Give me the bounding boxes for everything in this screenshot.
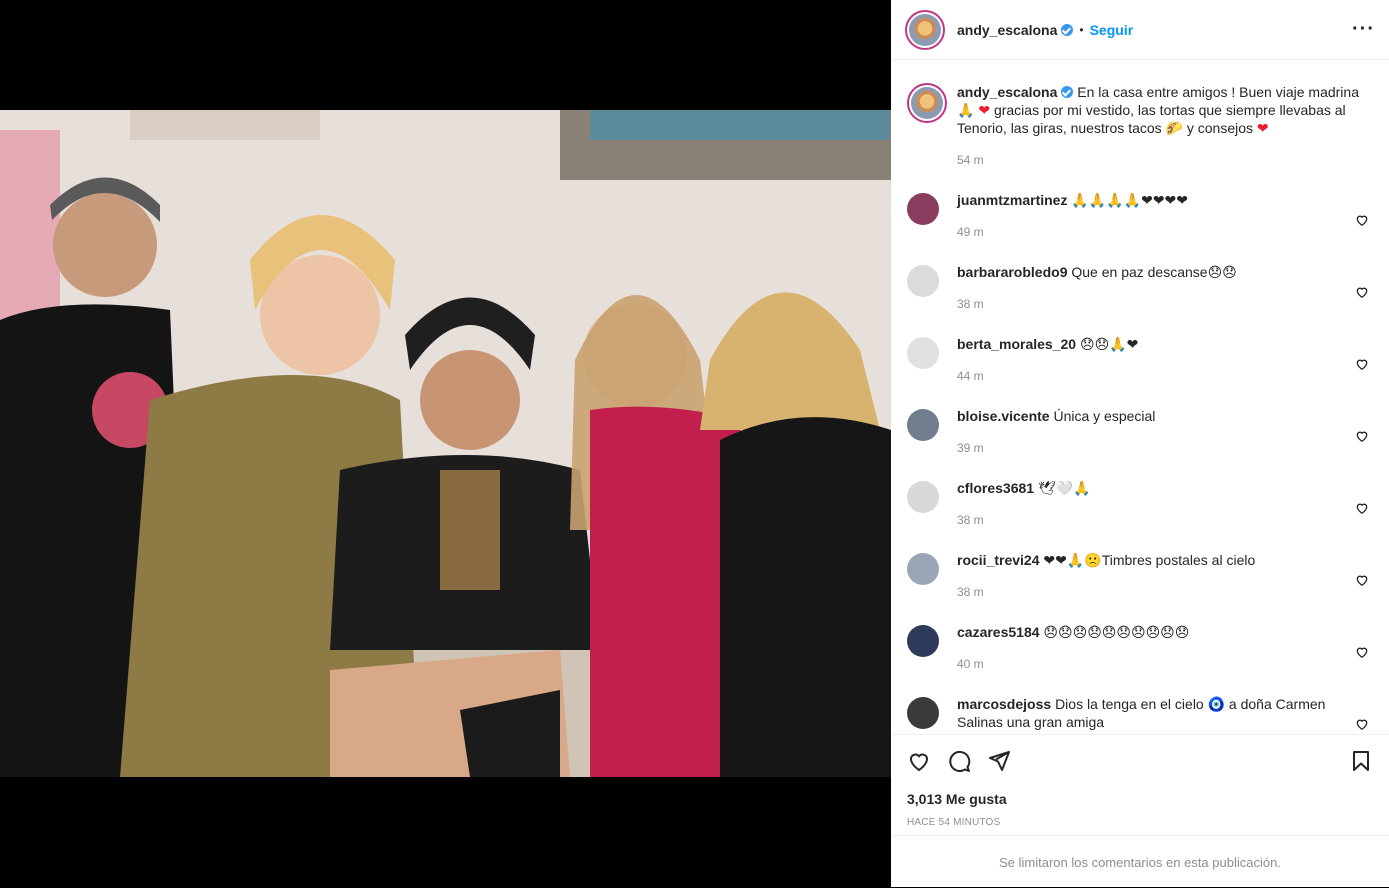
commenter-avatar[interactable] <box>907 409 939 441</box>
heart-emoji-icon: ❤ <box>1256 120 1269 136</box>
follow-button[interactable]: Seguir <box>1090 22 1134 38</box>
bookmark-icon[interactable] <box>1349 749 1373 773</box>
comment-row: barbararobledo9 Que en paz descanse😞😞 38 … <box>907 255 1373 327</box>
comment-text: 🙏🙏🙏🙏❤❤❤❤ <box>1071 192 1189 208</box>
comment-row: cflores3681 🕊🤍🙏 38 m <box>907 471 1373 543</box>
comment-like-heart-icon[interactable] <box>1355 357 1369 371</box>
group-photo <box>0 110 891 777</box>
comment-text: Única y especial <box>1053 408 1156 424</box>
post-actions: 3,013 Me gusta HACE 54 MINUTOS Se limita… <box>891 734 1389 887</box>
comment-like-heart-icon[interactable] <box>1355 717 1369 731</box>
comment-row: rocii_trevi24 ❤❤🙏🙁Timbres postales al ci… <box>907 543 1373 615</box>
verified-badge-icon <box>1061 86 1074 98</box>
likes-count[interactable]: 3,013 Me gusta <box>891 791 1389 807</box>
comments-limited-notice: Se limitaron los comentarios en esta pub… <box>891 835 1389 888</box>
commenter-avatar[interactable] <box>907 193 939 225</box>
commenter-username[interactable]: bloise.vicente <box>957 408 1050 424</box>
heart-emoji-icon: ❤ <box>978 102 991 118</box>
post-caption: andy_escalona En la casa entre amigos ! … <box>907 61 1373 169</box>
commenter-avatar[interactable] <box>907 337 939 369</box>
caption-text-1: En la casa entre amigos ! Buen viaje mad… <box>1077 84 1359 100</box>
comment-like-heart-icon[interactable] <box>1355 645 1369 659</box>
share-icon[interactable] <box>987 749 1011 773</box>
commenter-avatar[interactable] <box>907 481 939 513</box>
post-photo[interactable] <box>0 110 891 777</box>
commenter-avatar[interactable] <box>907 697 939 729</box>
comment-row: juanmtzmartinez 🙏🙏🙏🙏❤❤❤❤ 49 m <box>907 183 1373 255</box>
commenter-username[interactable]: cflores3681 <box>957 480 1034 496</box>
commenter-username[interactable]: berta_morales_20 <box>957 336 1076 352</box>
author-username[interactable]: andy_escalona <box>957 22 1057 38</box>
header-separator: • <box>1079 22 1084 37</box>
post-header: andy_escalona • Seguir ··· <box>891 0 1389 60</box>
comment-time[interactable]: 39 m <box>957 439 1337 457</box>
commenter-avatar[interactable] <box>907 625 939 657</box>
caption-username[interactable]: andy_escalona <box>957 84 1057 100</box>
commenter-username[interactable]: marcosdejoss <box>957 696 1051 712</box>
commenter-username[interactable]: rocii_trevi24 <box>957 552 1040 568</box>
comment-time[interactable]: 49 m <box>957 223 1337 241</box>
comment-rows: juanmtzmartinez 🙏🙏🙏🙏❤❤❤❤ 49 m barbararoble… <box>907 183 1373 734</box>
comment-time[interactable]: 38 m <box>957 511 1337 529</box>
commenter-username[interactable]: barbararobledo9 <box>957 264 1067 280</box>
pray-emoji-icon: 🙏 <box>957 102 975 118</box>
comment-time[interactable]: 44 m <box>957 367 1337 385</box>
post-media-viewer <box>0 0 891 887</box>
comment-row: marcosdejoss Dios la tenga en el cielo 🧿… <box>907 687 1373 734</box>
comment-time[interactable]: 38 m <box>957 583 1337 601</box>
comment-text: 😞😞🙏❤ <box>1079 336 1139 352</box>
comments-list[interactable]: andy_escalona En la casa entre amigos ! … <box>891 61 1389 734</box>
comment-like-heart-icon[interactable] <box>1355 573 1369 587</box>
comment-row: bloise.vicente Única y especial 39 m <box>907 399 1373 471</box>
comment-like-heart-icon[interactable] <box>1355 213 1369 227</box>
taco-emoji-icon: 🌮 <box>1165 120 1183 136</box>
caption-text-2: gracias por mi vestido, las tortas que s… <box>957 102 1346 136</box>
comment-text: 😞😞😞😞😞😞😞😞😞😞 <box>1043 624 1190 640</box>
caption-text-3: y consejos <box>1182 120 1257 136</box>
author-avatar[interactable] <box>905 9 945 50</box>
heart-icon[interactable] <box>907 749 931 773</box>
caption-avatar[interactable] <box>907 83 947 123</box>
commenter-avatar[interactable] <box>907 553 939 585</box>
commenter-username[interactable]: juanmtzmartinez <box>957 192 1067 208</box>
comment-icon[interactable] <box>947 749 971 773</box>
commenter-avatar[interactable] <box>907 265 939 297</box>
comment-like-heart-icon[interactable] <box>1355 429 1369 443</box>
caption-time[interactable]: 54 m <box>957 151 1373 169</box>
post-side-panel: andy_escalona • Seguir ··· andy_escalona… <box>891 0 1389 887</box>
posted-time: HACE 54 MINUTOS <box>907 817 1001 828</box>
comment-row: berta_morales_20 😞😞🙏❤ 44 m <box>907 327 1373 399</box>
commenter-username[interactable]: cazares5184 <box>957 624 1040 640</box>
comment-row: cazares5184 😞😞😞😞😞😞😞😞😞😞 40 m <box>907 615 1373 687</box>
comment-text: 🕊🤍🙏 <box>1037 480 1091 496</box>
comment-time[interactable]: 38 m <box>957 295 1337 313</box>
comment-text: ❤❤🙏🙁Timbres postales al cielo <box>1043 552 1256 568</box>
verified-badge-icon <box>1061 23 1074 36</box>
comment-text: Que en paz descanse😞😞 <box>1071 264 1237 280</box>
comment-like-heart-icon[interactable] <box>1355 285 1369 299</box>
more-horizontal-icon[interactable]: ··· <box>1352 18 1375 41</box>
comment-like-heart-icon[interactable] <box>1355 501 1369 515</box>
comment-time[interactable]: 40 m <box>957 655 1337 673</box>
